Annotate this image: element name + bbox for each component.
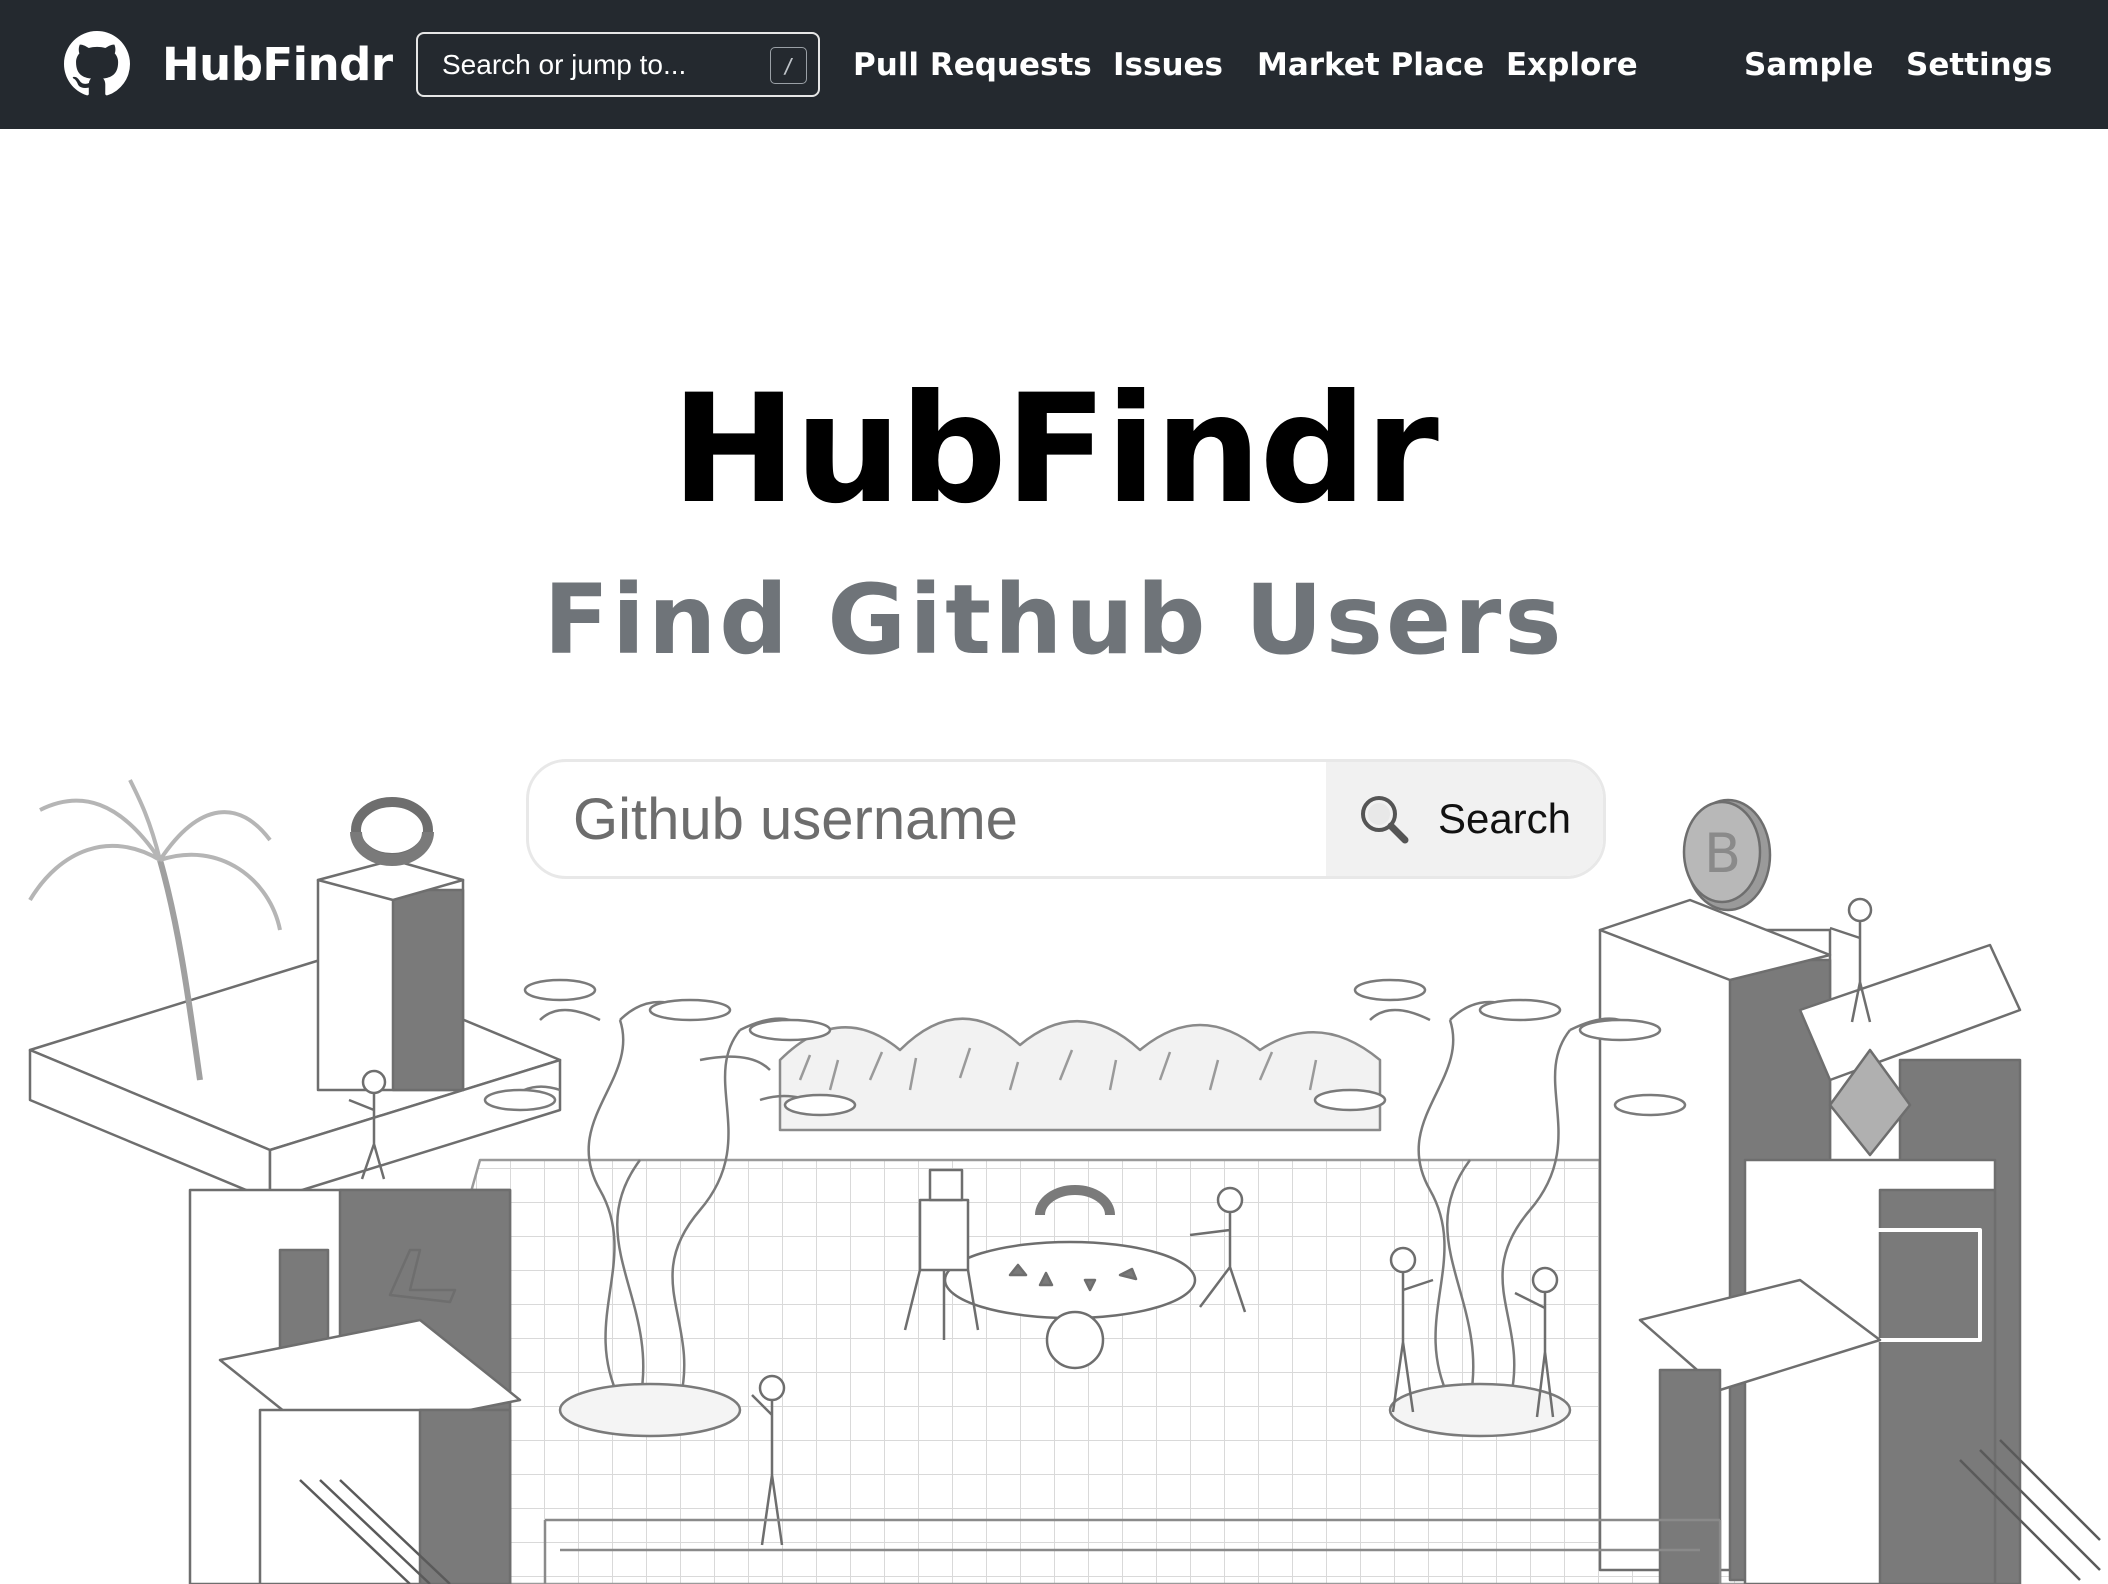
github-username-input[interactable] bbox=[529, 762, 1326, 876]
search-button-label: Search bbox=[1437, 795, 1572, 842]
isometric-city-illustration: B bbox=[28, 779, 2101, 1584]
hero-title: HubFindr bbox=[671, 363, 1439, 537]
nav-link-sample[interactable]: Sample bbox=[1744, 40, 1873, 90]
brand[interactable]: HubFindr bbox=[64, 28, 393, 100]
nav-link-issues[interactable]: Issues bbox=[1113, 40, 1223, 90]
nav-link-settings[interactable]: Settings bbox=[1906, 40, 2052, 90]
nav-search-input[interactable] bbox=[416, 32, 820, 97]
user-search-form: Search bbox=[526, 759, 1606, 879]
nav-link-pull-requests[interactable]: Pull Requests bbox=[853, 40, 1092, 90]
nav-link-market-place[interactable]: Market Place bbox=[1257, 40, 1484, 90]
search-button[interactable]: Search bbox=[1326, 762, 1603, 876]
magnifier-icon bbox=[1360, 796, 1409, 844]
nav-link-explore[interactable]: Explore bbox=[1506, 40, 1638, 90]
brand-name: HubFindr bbox=[162, 37, 393, 91]
search-shortcut-key: / bbox=[770, 47, 807, 84]
hero-subtitle: Find Github Users bbox=[543, 564, 1565, 676]
github-octocat-icon bbox=[64, 31, 130, 96]
top-navigation-bar: HubFindr / Pull Requests Issues Market P… bbox=[0, 0, 2108, 129]
svg-text:B: B bbox=[1704, 822, 1741, 885]
